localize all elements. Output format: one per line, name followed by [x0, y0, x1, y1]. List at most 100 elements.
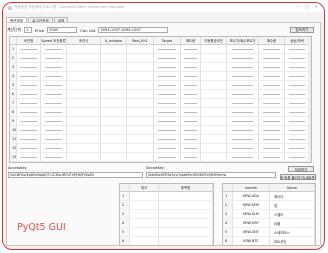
table-row[interactable]: 3 — [10, 63, 311, 72]
table-cell[interactable] — [101, 162, 127, 163]
table-cell[interactable] — [17, 99, 41, 107]
unit-input[interactable]: 1 — [23, 27, 32, 33]
table-cell[interactable] — [154, 117, 181, 125]
table-cell[interactable] — [17, 81, 41, 89]
table-row[interactable]: 5 — [10, 81, 311, 90]
table-cell[interactable] — [101, 117, 127, 125]
table-row[interactable]: 11 — [10, 135, 311, 144]
table-cell[interactable] — [181, 99, 201, 107]
table-cell[interactable] — [130, 228, 160, 236]
table-cell[interactable] — [201, 45, 227, 53]
list-item[interactable]: 2 KRW-XEM 넴 — [223, 201, 315, 210]
table-cell[interactable] — [159, 201, 213, 209]
market-name[interactable]: 에이다 — [270, 192, 315, 200]
table-cell[interactable] — [41, 144, 67, 152]
table-cell[interactable] — [41, 45, 67, 53]
table-cell[interactable] — [17, 117, 41, 125]
table-cell[interactable] — [154, 108, 181, 116]
save-key-button[interactable]: 저장하기 — [288, 166, 314, 172]
table-cell[interactable] — [67, 135, 101, 143]
table-cell[interactable] — [101, 63, 127, 71]
conlist-input[interactable]: 5094-1097-5094-1097 — [98, 27, 169, 33]
market-name[interactable]: 스텔라 — [270, 210, 315, 218]
table-cell[interactable] — [227, 45, 259, 53]
table-cell[interactable] — [41, 135, 67, 143]
table-cell[interactable] — [227, 72, 259, 80]
table-cell[interactable] — [67, 72, 101, 80]
table-cell[interactable] — [227, 126, 259, 134]
table-cell[interactable] — [67, 126, 101, 134]
table-cell[interactable] — [181, 153, 201, 161]
list-item[interactable]: 1 — [120, 192, 213, 201]
table-cell[interactable] — [130, 237, 160, 245]
table-cell[interactable] — [41, 63, 67, 71]
list-item[interactable]: 4 — [120, 219, 213, 228]
column-header[interactable]: K_window — [101, 37, 127, 44]
market-code[interactable]: KRW-XEM — [233, 201, 270, 209]
table-cell[interactable] — [181, 144, 201, 152]
table-cell[interactable] — [227, 144, 259, 152]
table-cell[interactable] — [259, 63, 285, 71]
table-cell[interactable] — [159, 228, 213, 236]
table-cell[interactable] — [17, 54, 41, 62]
table-cell[interactable] — [17, 153, 41, 161]
minimize-icon[interactable]: ─ — [296, 4, 298, 9]
condition-table-scrollbar[interactable] — [308, 37, 311, 162]
table-cell[interactable] — [181, 162, 201, 163]
table-cell[interactable] — [67, 99, 101, 107]
table-cell[interactable] — [154, 81, 181, 89]
market-code[interactable]: KRW-XRP — [233, 219, 270, 227]
load-registration-button[interactable]: 새 등록 불러오기(새로운) — [280, 174, 316, 180]
table-cell[interactable] — [159, 210, 213, 218]
table-cell[interactable] — [17, 144, 41, 152]
table-cell[interactable] — [259, 108, 285, 116]
table-cell[interactable] — [201, 108, 227, 116]
column-header[interactable]: 이동평균라인 — [201, 37, 227, 44]
table-cell[interactable] — [154, 99, 181, 107]
table-cell[interactable] — [201, 72, 227, 80]
table-cell[interactable] — [127, 99, 154, 107]
table-cell[interactable] — [259, 54, 285, 62]
table-cell[interactable] — [285, 126, 310, 134]
table-cell[interactable] — [17, 162, 41, 163]
column-header[interactable]: 조건명 — [17, 37, 41, 44]
table-cell[interactable] — [17, 45, 41, 53]
table-cell[interactable] — [154, 135, 181, 143]
table-cell[interactable] — [201, 54, 227, 62]
table-cell[interactable] — [227, 81, 259, 89]
market-name[interactable]: 리플 — [270, 219, 315, 227]
table-cell[interactable] — [101, 126, 127, 134]
table-cell[interactable] — [17, 135, 41, 143]
table-cell[interactable] — [127, 45, 154, 53]
table-cell[interactable] — [285, 153, 310, 161]
table-cell[interactable] — [154, 45, 181, 53]
table-cell[interactable] — [41, 81, 67, 89]
table-cell[interactable] — [227, 54, 259, 62]
table-cell[interactable] — [101, 99, 127, 107]
table-cell[interactable] — [17, 72, 41, 80]
list-item[interactable]: 4 KRW-XRP 리플 — [223, 219, 315, 228]
table-cell[interactable] — [127, 126, 154, 134]
market-name[interactable]: 스테이터스 — [270, 228, 315, 236]
table-cell[interactable] — [201, 63, 227, 71]
connect-button[interactable]: 접속하기 — [290, 27, 314, 33]
table-cell[interactable] — [154, 144, 181, 152]
table-cell[interactable] — [159, 192, 213, 200]
table-cell[interactable] — [201, 126, 227, 134]
table-cell[interactable] — [17, 108, 41, 116]
table-cell[interactable] — [101, 135, 127, 143]
table-row[interactable]: 12 — [10, 144, 311, 153]
table-cell[interactable] — [67, 63, 101, 71]
table-cell[interactable] — [127, 81, 154, 89]
table-cell[interactable] — [41, 117, 67, 125]
table-cell[interactable] — [101, 81, 127, 89]
table-cell[interactable] — [127, 153, 154, 161]
list-item[interactable]: 5 — [120, 228, 213, 237]
market-code[interactable]: KRW-XLM — [233, 210, 270, 218]
table-cell[interactable] — [41, 162, 67, 163]
table-cell[interactable] — [67, 108, 101, 116]
table-row[interactable]: 13 — [10, 153, 311, 162]
access-key-input[interactable]: 5lo1NFKxcEg8Emfoq6Q7r1C3for8R7xThPjH6jFh… — [8, 172, 143, 178]
table-cell[interactable] — [285, 63, 310, 71]
table-cell[interactable] — [285, 144, 310, 152]
